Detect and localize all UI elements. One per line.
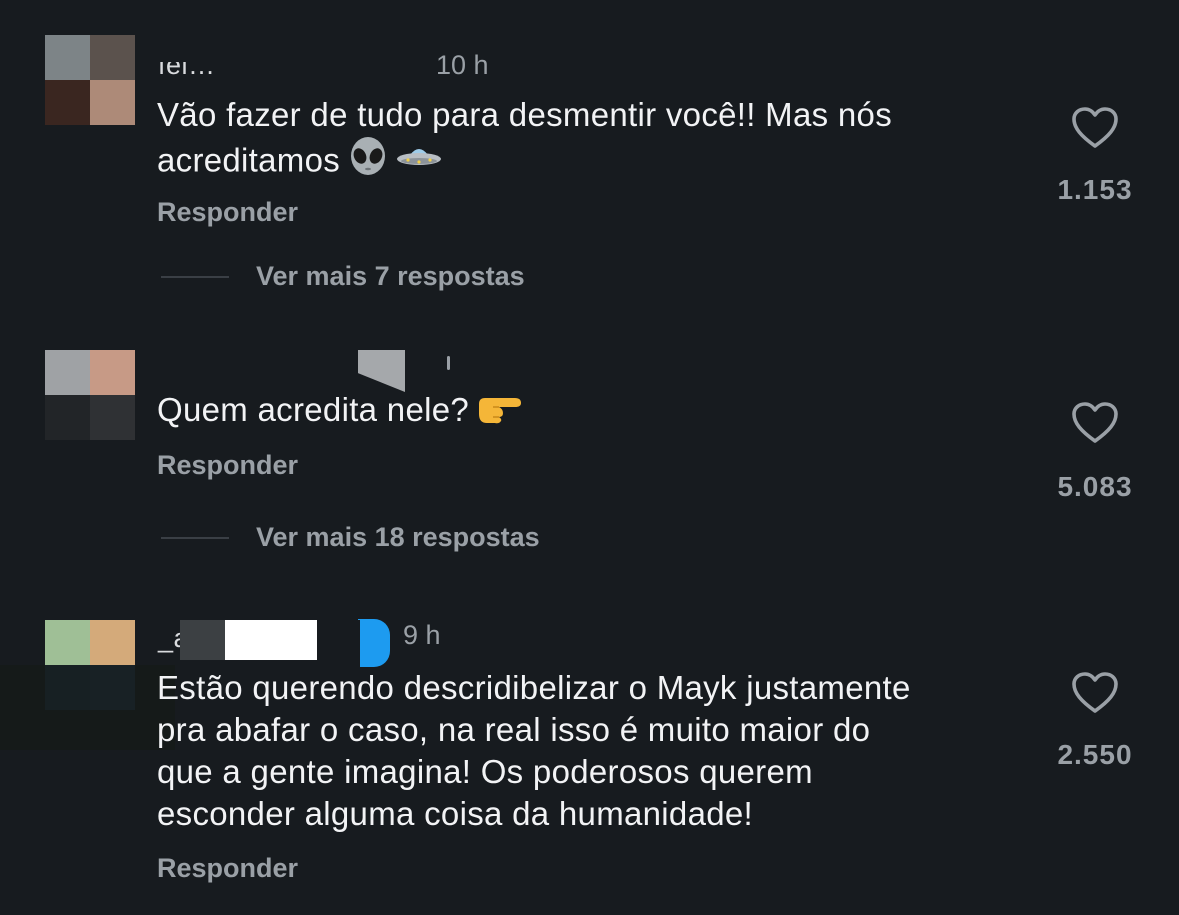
comment-timestamp: 10 h <box>436 50 489 80</box>
comment-text: Vão fazer de tudo para desmentir você!! … <box>157 94 892 190</box>
like-count: 5.083 <box>1057 471 1133 502</box>
reply-button[interactable]: Responder <box>157 853 298 884</box>
redacted-username <box>225 620 317 660</box>
comment-timestamp: 9 h <box>403 620 441 650</box>
flying-saucer-emoji <box>396 141 442 185</box>
redacted-username <box>340 620 360 668</box>
comment-text: Quem acredita nele? <box>157 389 523 434</box>
redacted-username <box>358 350 405 392</box>
avatar[interactable] <box>45 35 135 125</box>
backhand-index-pointing-right-emoji <box>475 390 523 434</box>
comment-text: Estão querendo descridibelizar o Mayk ju… <box>157 669 911 832</box>
like-count: 1.153 <box>1057 174 1133 205</box>
divider <box>161 536 229 539</box>
like-button[interactable]: 5.083 <box>1035 401 1155 503</box>
redacted-username <box>447 356 450 370</box>
verified-badge-icon <box>358 619 390 667</box>
avatar[interactable] <box>45 350 135 440</box>
view-more-replies[interactable]: Ver mais 18 respostas <box>161 522 540 553</box>
redacted-username <box>222 58 424 78</box>
reply-button[interactable]: Responder <box>157 197 298 228</box>
like-count: 2.550 <box>1057 739 1133 770</box>
reply-button[interactable]: Responder <box>157 450 298 481</box>
like-button[interactable]: 1.153 <box>1035 106 1155 206</box>
heart-icon <box>1072 672 1118 713</box>
heart-icon <box>1072 402 1118 443</box>
heart-icon <box>1072 107 1118 148</box>
view-more-replies-label: Ver mais 7 respostas <box>256 261 525 291</box>
alien-emoji <box>346 136 390 190</box>
redacted-username <box>180 620 225 660</box>
divider <box>161 275 229 278</box>
username[interactable]: fel… <box>158 62 216 81</box>
view-more-replies[interactable]: Ver mais 7 respostas <box>161 261 525 292</box>
view-more-replies-label: Ver mais 18 respostas <box>256 522 540 552</box>
like-button[interactable]: 2.550 <box>1035 671 1155 771</box>
redacted-username <box>0 665 175 750</box>
